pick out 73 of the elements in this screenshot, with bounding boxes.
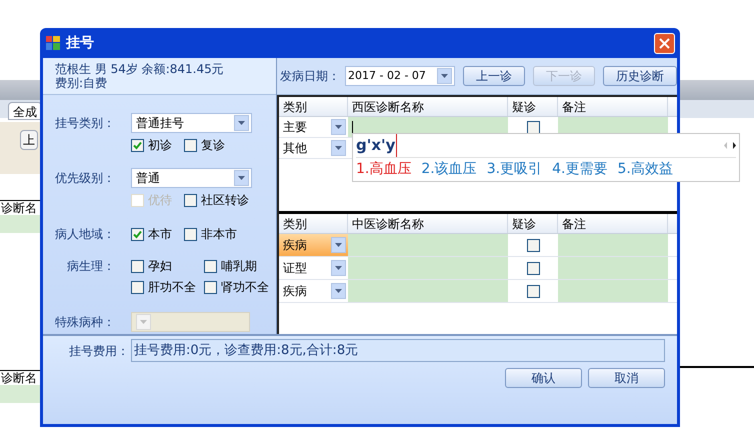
- checkbox-label: 社区转诊: [201, 192, 249, 209]
- ime-candidate[interactable]: 2.该血压: [421, 159, 477, 180]
- date-field[interactable]: 2017 - 02 - 07: [345, 66, 455, 86]
- checkbox-label: 本市: [148, 226, 172, 243]
- diagnosis-name-cell[interactable]: [348, 234, 508, 256]
- app-icon: [45, 35, 61, 51]
- ime-candidate[interactable]: 1.高血压: [356, 159, 412, 180]
- remark-cell[interactable]: [558, 234, 668, 256]
- field-label: 发病日期：: [280, 68, 340, 85]
- close-icon: [659, 38, 670, 48]
- checkbox[interactable]: [204, 280, 217, 294]
- checkbox[interactable]: [526, 262, 540, 274]
- checkbox-label: 复诊: [201, 137, 225, 154]
- patient-info: 范根生 男 54岁 余额:841.45元: [55, 62, 225, 76]
- nav-button[interactable]: 上一诊: [463, 66, 525, 86]
- dropdown[interactable]: 普通挂号: [131, 113, 252, 133]
- window-title: 挂号: [66, 34, 94, 52]
- background-row: [0, 215, 40, 233]
- field-label: 病人地域：: [55, 226, 116, 243]
- checkbox-label: 初诊: [148, 137, 172, 154]
- background-button[interactable]: 上: [20, 130, 38, 150]
- column-header: 备注: [558, 97, 668, 116]
- diagnosis-name-cell[interactable]: [348, 280, 508, 302]
- page-arrows-icon[interactable]: [724, 142, 736, 149]
- field-label: 病生理：: [66, 258, 116, 275]
- checkbox[interactable]: [131, 260, 144, 272]
- checkbox[interactable]: [184, 194, 197, 206]
- check-icon: [133, 140, 142, 150]
- field-label: 优先级别：: [55, 170, 116, 187]
- dropdown[interactable]: 普通: [131, 168, 252, 188]
- checkbox[interactable]: [204, 260, 217, 272]
- dialog-button[interactable]: 确认: [505, 368, 582, 388]
- dialog-button[interactable]: 取消: [588, 368, 665, 388]
- close-button[interactable]: [654, 32, 675, 54]
- checkbox-label: 哺乳期: [221, 258, 257, 275]
- fee-summary-field: 挂号费用:0元，诊查费用:8元,合计:8元: [131, 339, 665, 362]
- checkbox-label: 孕妇: [148, 258, 172, 275]
- column-header: 疑诊: [508, 214, 558, 233]
- checkbox[interactable]: [131, 228, 144, 240]
- checkbox-label: 肝功不全: [148, 279, 196, 296]
- text-cursor: [352, 121, 353, 133]
- column-header: 西医诊断名称: [348, 97, 508, 116]
- check-icon: [133, 230, 142, 238]
- diagnosis-name-cell[interactable]: [348, 257, 508, 279]
- column-header: 备注: [558, 214, 668, 233]
- fee-category: 费别:自费: [55, 76, 108, 90]
- remark-cell[interactable]: [558, 280, 668, 302]
- background-tab[interactable]: 全成: [8, 102, 42, 120]
- background-row: [0, 385, 40, 403]
- checkbox[interactable]: [131, 280, 144, 294]
- column-header: 疑诊: [508, 97, 558, 116]
- checkbox[interactable]: [526, 120, 540, 134]
- checkbox[interactable]: [184, 138, 197, 152]
- checkbox[interactable]: [526, 284, 540, 298]
- field-label: 特殊病种：: [55, 314, 116, 331]
- ime-composition: g'x'y: [356, 134, 398, 157]
- nav-button[interactable]: 历史诊断: [603, 66, 677, 86]
- ime-candidate[interactable]: 5.高效益: [617, 159, 673, 180]
- checkbox-label: 肾功不全: [221, 279, 269, 296]
- category-cell[interactable]: 疾病: [279, 234, 348, 256]
- checkbox-label: 非本市: [201, 226, 237, 243]
- checkbox[interactable]: [131, 138, 144, 152]
- ime-candidate[interactable]: 4.更需要: [552, 159, 608, 180]
- field-label: 挂号类别：: [55, 115, 116, 132]
- field-label: 挂号费用：: [68, 342, 130, 360]
- checkbox-label: 优待: [148, 192, 172, 209]
- column-header: 中医诊断名称: [348, 214, 508, 233]
- checkbox[interactable]: [184, 228, 197, 240]
- remark-cell[interactable]: [558, 257, 668, 279]
- column-header: 类别: [279, 97, 348, 116]
- column-header: 类别: [279, 214, 348, 233]
- checkbox[interactable]: [526, 238, 540, 252]
- ime-candidate[interactable]: 3.更吸引: [486, 159, 542, 180]
